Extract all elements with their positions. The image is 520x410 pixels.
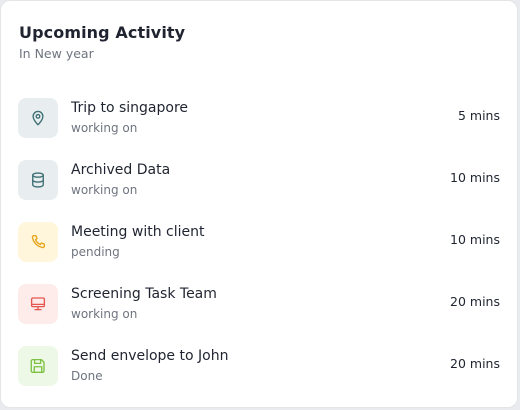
activity-status: Done xyxy=(71,369,103,383)
activity-icon-box xyxy=(18,284,58,324)
database-icon xyxy=(32,172,44,188)
activity-list: Trip to singapore working on 5 mins Arch… xyxy=(18,98,501,408)
activity-duration: 5 mins xyxy=(457,108,500,123)
activity-duration: 10 mins xyxy=(450,170,500,185)
card-title: Upcoming Activity xyxy=(19,23,186,42)
activity-icon-box xyxy=(18,160,58,200)
activity-title: Screening Task Team xyxy=(71,286,217,302)
activity-status: working on xyxy=(71,121,138,135)
activity-icon-box xyxy=(18,222,58,262)
activity-title: Send envelope to John xyxy=(71,348,229,364)
activity-item-envelope[interactable]: Send envelope to John Done 20 mins xyxy=(18,346,501,408)
activity-icon-box xyxy=(18,346,58,386)
activity-title: Trip to singapore xyxy=(71,100,189,116)
activity-duration: 20 mins xyxy=(450,356,500,371)
activity-icon-box xyxy=(18,98,58,138)
activity-item-archived-data[interactable]: Archived Data working on 10 mins xyxy=(18,160,501,222)
activity-duration: 10 mins xyxy=(450,232,500,247)
activity-status: pending xyxy=(71,245,120,259)
location-pin-icon xyxy=(32,110,44,126)
card-header: Upcoming Activity In New year xyxy=(19,23,185,62)
activity-status: working on xyxy=(71,183,138,197)
monitor-icon xyxy=(30,297,46,311)
activity-item-screening[interactable]: Screening Task Team working on 20 mins xyxy=(18,284,501,346)
activity-duration: 20 mins xyxy=(450,294,500,309)
save-disk-icon xyxy=(30,358,45,374)
phone-icon xyxy=(31,234,46,249)
activity-title: Meeting with client xyxy=(71,224,205,240)
upcoming-activity-card: Upcoming Activity In New year Trip to si… xyxy=(0,0,518,408)
activity-status: working on xyxy=(71,307,138,321)
activity-item-trip[interactable]: Trip to singapore working on 5 mins xyxy=(18,98,501,160)
activity-title: Archived Data xyxy=(71,162,171,178)
card-subtitle: In New year xyxy=(19,46,94,61)
activity-item-meeting[interactable]: Meeting with client pending 10 mins xyxy=(18,222,501,284)
